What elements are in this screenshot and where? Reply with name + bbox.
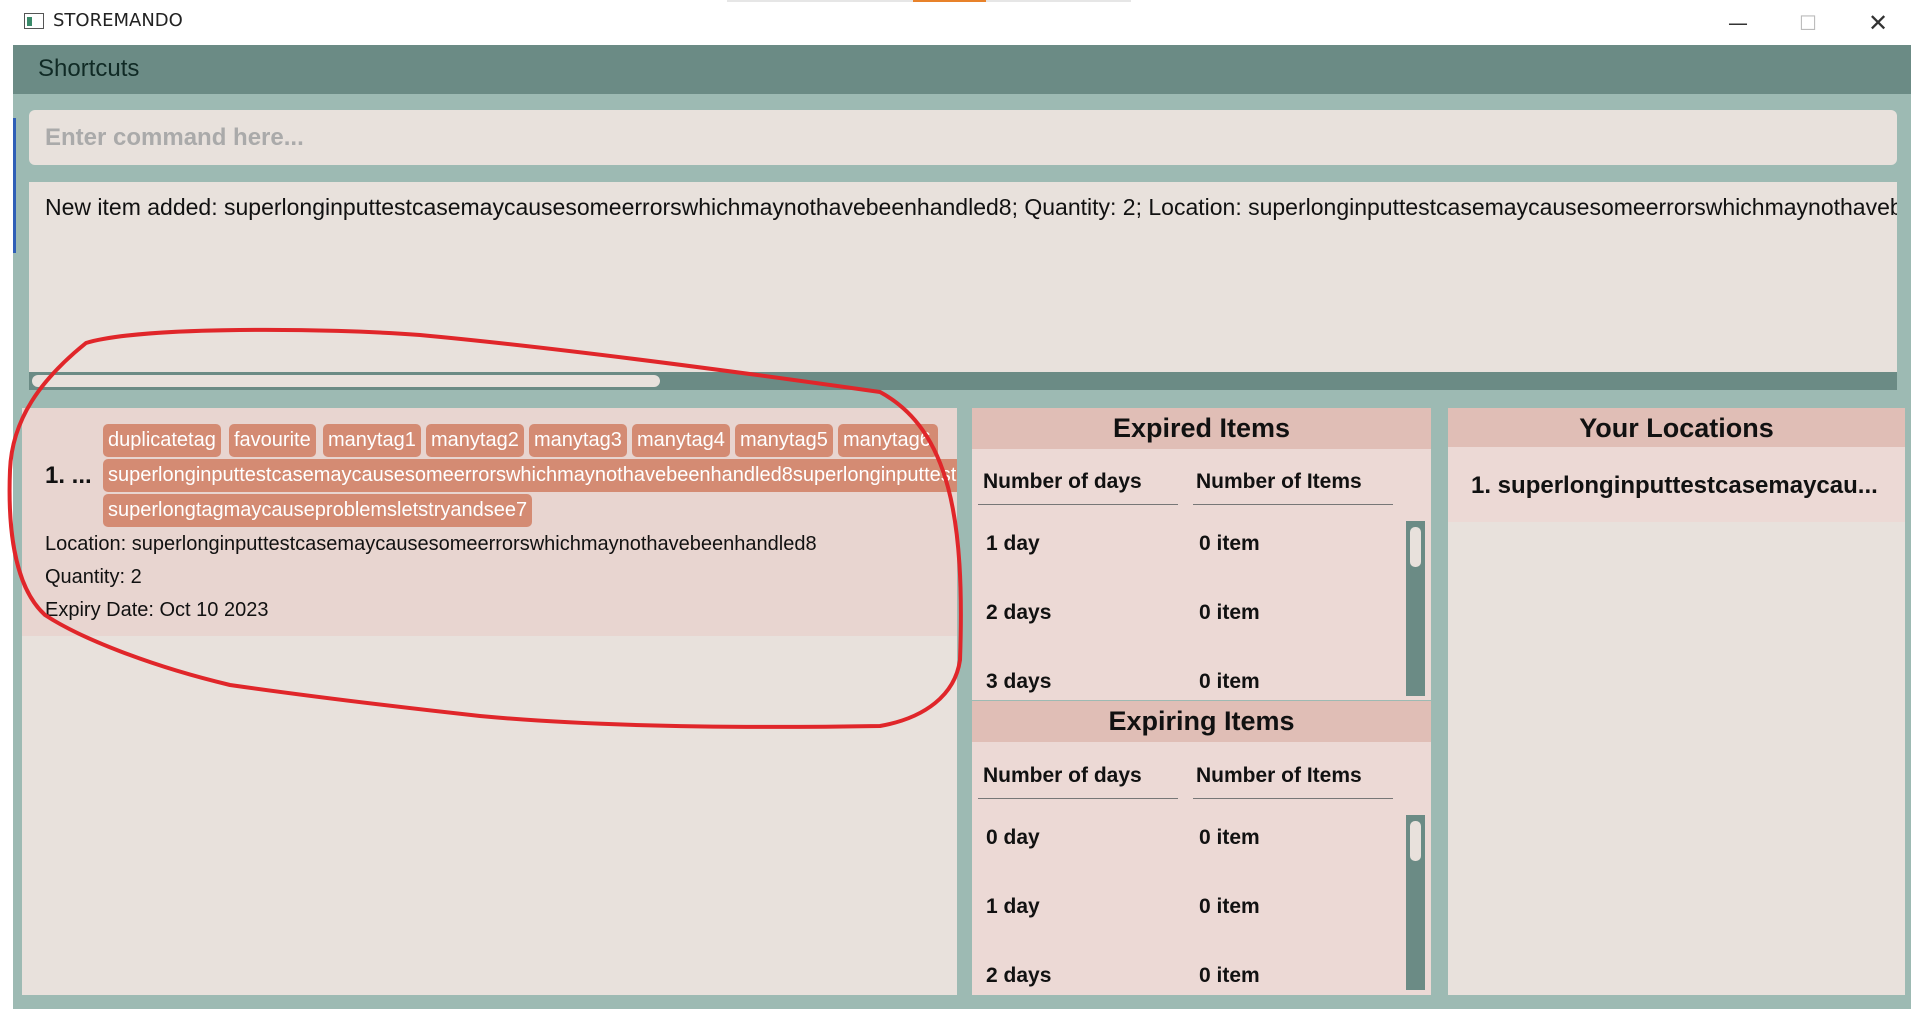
close-button[interactable]: ✕	[1843, 0, 1911, 45]
expired-items-title: Expired Items	[972, 408, 1431, 449]
left-edge-accent	[13, 118, 16, 253]
result-horizontal-scrollbar[interactable]	[29, 372, 1897, 390]
expiring-vertical-scrollbar[interactable]	[1406, 815, 1425, 990]
locations-panel	[1448, 447, 1905, 995]
tag-chip: manytag2	[426, 424, 524, 457]
expired-col-days: Number of days	[983, 470, 1142, 493]
expiring-row-items: 0 item	[1199, 826, 1260, 849]
menu-shortcuts[interactable]: Shortcuts	[38, 55, 139, 83]
item-location: Location: superlonginputtestcasemaycause…	[45, 533, 817, 555]
expired-row-days: 2 days	[986, 601, 1052, 624]
scrollbar-thumb[interactable]	[1410, 527, 1421, 567]
tag-chip: manytag6	[838, 424, 938, 457]
column-divider	[1193, 798, 1393, 799]
expired-col-items: Number of Items	[1196, 470, 1362, 493]
item-expiry-date: Expiry Date: Oct 10 2023	[45, 599, 269, 621]
column-divider	[978, 504, 1178, 505]
expired-row-days: 1 day	[986, 532, 1040, 555]
minimize-button[interactable]: —	[1703, 0, 1773, 45]
tag-chip: favourite	[229, 424, 316, 457]
expiring-col-days: Number of days	[983, 764, 1142, 787]
tag-chip-long: superlonginputtestcasemaycausesomeerrors…	[103, 459, 957, 492]
item-index: 1. ...	[45, 462, 92, 489]
expiring-row-items: 0 item	[1199, 964, 1260, 987]
expiring-row-days: 2 days	[986, 964, 1052, 987]
taskbar-hint	[727, 0, 913, 2]
location-item-label: 1. superlonginputtestcasemaycau...	[1471, 472, 1878, 499]
expiring-row-items: 0 item	[1199, 895, 1260, 918]
result-text: New item added: superlonginputtestcasema…	[45, 194, 1897, 220]
scrollbar-thumb[interactable]	[1410, 821, 1421, 861]
item-quantity: Quantity: 2	[45, 566, 142, 588]
tag-chip: manytag1	[323, 424, 421, 457]
taskbar-hint-active	[913, 0, 986, 2]
expired-row-items: 0 item	[1199, 601, 1260, 624]
tag-chip: manytag3	[529, 424, 627, 457]
expiring-row-days: 1 day	[986, 895, 1040, 918]
maximize-button[interactable]: ☐	[1773, 0, 1843, 45]
expired-row-items: 0 item	[1199, 670, 1260, 693]
expiring-row-days: 0 day	[986, 826, 1040, 849]
expired-vertical-scrollbar[interactable]	[1406, 521, 1425, 696]
title-bar	[0, 0, 1911, 45]
app-icon	[24, 13, 44, 29]
tag-chip: superlongtagmaycauseproblemsletstryandse…	[103, 494, 533, 527]
result-display: New item added: superlonginputtestcasema…	[29, 182, 1897, 390]
command-input[interactable]	[29, 110, 1897, 165]
tag-chip: duplicatetag	[103, 424, 221, 457]
expired-row-items: 0 item	[1199, 532, 1260, 555]
expiring-col-items: Number of Items	[1196, 764, 1362, 787]
menu-bar	[13, 45, 1911, 94]
column-divider	[1193, 504, 1393, 505]
column-divider	[978, 798, 1178, 799]
expiring-items-title: Expiring Items	[972, 701, 1431, 742]
scrollbar-thumb[interactable]	[32, 375, 660, 387]
locations-title: Your Locations	[1448, 408, 1905, 449]
tag-chip: manytag5	[735, 424, 833, 457]
taskbar-hint	[986, 0, 1131, 2]
tag-chip: manytag4	[632, 424, 730, 457]
window-title: STOREMANDO	[53, 10, 183, 31]
expired-row-days: 3 days	[986, 670, 1052, 693]
